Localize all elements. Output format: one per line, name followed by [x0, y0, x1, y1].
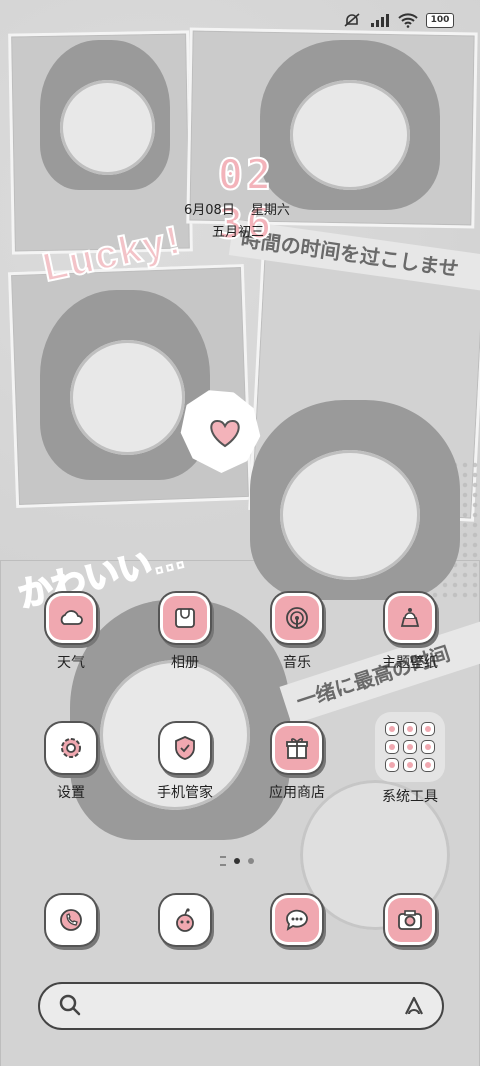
assistant-icon[interactable]	[402, 995, 426, 1021]
mini-app-icon	[386, 723, 398, 735]
app-settings[interactable]: 设置	[21, 726, 121, 802]
character-face	[60, 80, 155, 175]
wifi-icon	[398, 12, 418, 28]
mini-app-icon	[404, 723, 416, 735]
mini-app-icon	[422, 741, 434, 753]
weather-icon	[49, 596, 93, 640]
app-theme[interactable]: 主题壁纸	[360, 596, 460, 672]
app-gallery[interactable]: 相册	[135, 596, 235, 672]
music-icon	[275, 596, 319, 640]
date-text: 6月08日	[184, 203, 235, 218]
app-label: 主题壁纸	[382, 655, 438, 671]
gallery-icon	[163, 596, 207, 640]
mini-app-icon	[386, 741, 398, 753]
status-bar: 100	[342, 12, 454, 28]
app-folder-system-tools[interactable]: 系统工具	[360, 712, 460, 806]
mini-app-icon	[386, 759, 398, 771]
app-security[interactable]: 手机管家	[135, 726, 235, 802]
app-store[interactable]: 应用商店	[247, 726, 347, 802]
dock-browser[interactable]	[135, 898, 235, 942]
dock-phone[interactable]	[21, 898, 121, 942]
mini-app-icon	[422, 723, 434, 735]
app-label: 音乐	[283, 655, 311, 671]
character-face	[70, 340, 185, 455]
mini-app-icon	[404, 741, 416, 753]
mini-app-icon	[422, 759, 434, 771]
battery-icon: 100	[426, 12, 454, 28]
heart-icon	[210, 420, 240, 448]
app-label: 系统工具	[382, 789, 438, 805]
mini-app-icon	[404, 759, 416, 771]
app-label: 应用商店	[269, 785, 325, 801]
app-weather[interactable]: 天气	[21, 596, 121, 672]
lunar-date: 五月初三	[212, 225, 265, 240]
page-dot-active	[234, 858, 240, 864]
page-indicator-list	[220, 856, 226, 866]
mute-icon	[342, 12, 362, 28]
date-row: 6月08日 星期六	[184, 199, 290, 218]
phone-icon	[49, 898, 93, 942]
settings-icon	[49, 726, 93, 770]
messages-icon	[275, 898, 319, 942]
theme-icon	[388, 596, 432, 640]
security-icon	[163, 726, 207, 770]
camera-icon	[388, 898, 432, 942]
character-face	[280, 450, 420, 580]
search-icon	[58, 993, 82, 1021]
app-label: 相册	[171, 655, 199, 671]
browser-icon	[163, 898, 207, 942]
page-dot	[248, 858, 254, 864]
page-indicator[interactable]	[220, 856, 254, 866]
search-bar[interactable]	[38, 982, 444, 1030]
app-label: 设置	[57, 785, 85, 801]
app-label: 手机管家	[157, 785, 213, 801]
signal-icon	[370, 12, 390, 28]
home-screen: Lucky! かわいい… 時間の时间を过こしませ 一绪に最高の时间 100 02…	[0, 0, 480, 1066]
folder-icon	[375, 712, 445, 782]
app-music[interactable]: 音乐	[247, 596, 347, 672]
dock-messages[interactable]	[247, 898, 347, 942]
weekday-text: 星期六	[250, 203, 290, 218]
app-store-icon	[275, 726, 319, 770]
dock-camera[interactable]	[360, 898, 460, 942]
app-label: 天气	[57, 655, 85, 671]
